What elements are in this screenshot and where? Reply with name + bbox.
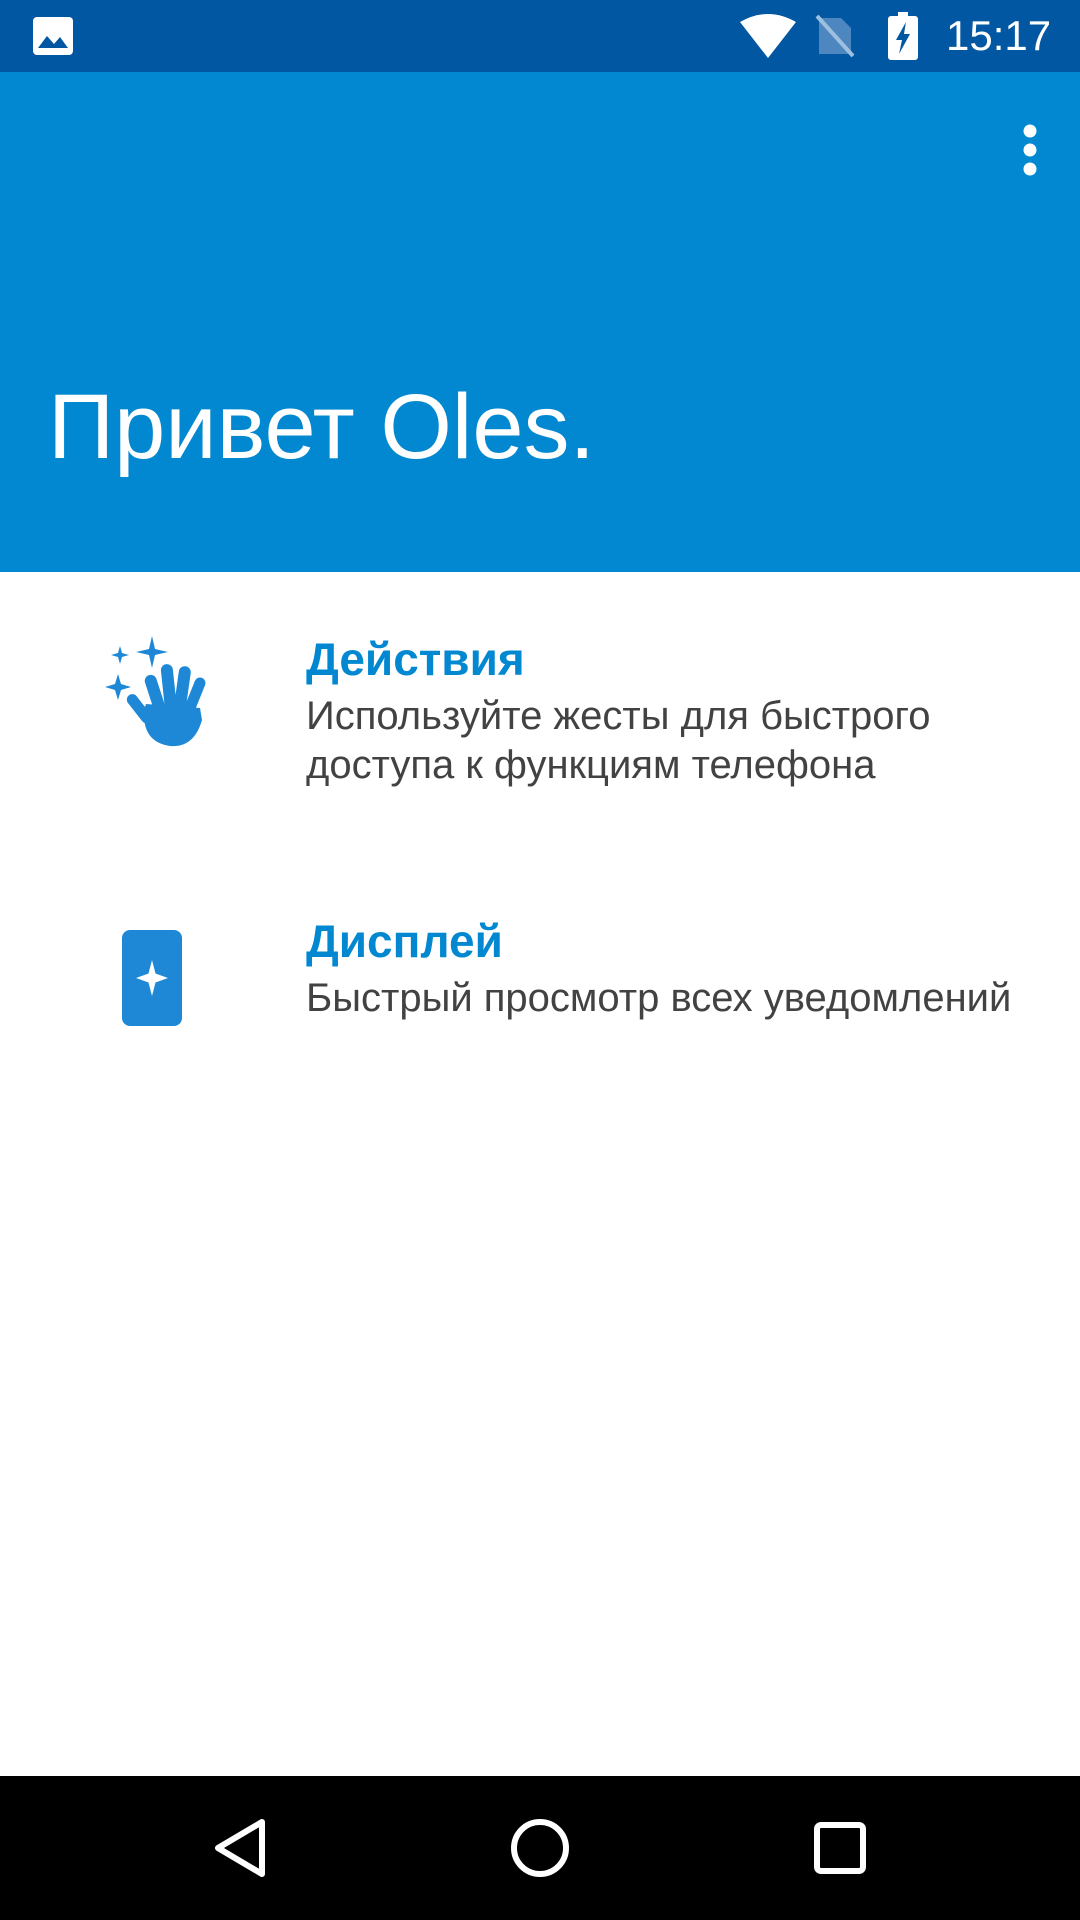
screen: 15:17 Привет Oles. Действия Используйте … [0, 0, 1080, 1920]
feature-title: Дисплей [306, 915, 503, 967]
feature-title: Действия [306, 633, 525, 685]
phone-sparkle-icon [122, 930, 182, 1026]
recents-icon [814, 1822, 866, 1874]
home-button[interactable] [490, 1798, 590, 1898]
feature-item-actions[interactable]: Действия Используйте жесты для быстрого … [0, 572, 1080, 854]
navigation-bar [0, 1776, 1080, 1920]
battery-charging-icon [888, 12, 918, 60]
feature-item-display[interactable]: Дисплей Быстрый просмотр всех уведомлени… [0, 854, 1080, 1136]
feature-description: Используйте жесты для быстрого доступа к… [306, 694, 931, 787]
back-button[interactable] [190, 1798, 290, 1898]
recents-button[interactable] [790, 1798, 890, 1898]
header: Привет Oles. [0, 72, 1080, 572]
more-vertical-icon [1023, 124, 1037, 176]
no-sim-icon [815, 14, 855, 58]
gallery-icon [33, 17, 73, 55]
wifi-icon [740, 14, 796, 58]
status-bar: 15:17 [0, 0, 1080, 72]
greeting-title: Привет Oles. [48, 376, 596, 478]
feature-description: Быстрый просмотр всех уведомлений [306, 976, 1012, 1020]
feature-text-display: Дисплей Быстрый просмотр всех уведомлени… [306, 914, 1026, 1023]
home-icon [511, 1819, 569, 1877]
back-icon [215, 1819, 265, 1877]
feature-list: Действия Используйте жесты для быстрого … [0, 572, 1080, 1136]
feature-text-actions: Действия Используйте жесты для быстрого … [306, 632, 1026, 790]
status-time: 15:17 [946, 12, 1052, 59]
hand-wave-sparkles-icon [105, 636, 206, 747]
more-options-button[interactable] [998, 114, 1062, 186]
